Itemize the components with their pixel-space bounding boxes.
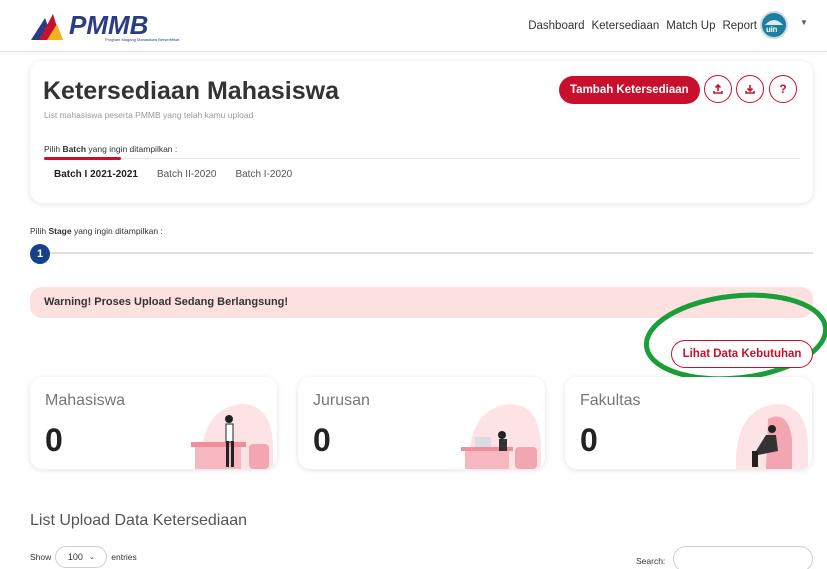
active-tab-indicator xyxy=(44,157,121,160)
batch-tabs: Batch I 2021-2021 Batch II-2020 Batch I-… xyxy=(54,169,292,180)
view-needs-data-button[interactable]: Lihat Data Kebutuhan xyxy=(671,340,813,368)
stat-value: 0 xyxy=(580,422,598,458)
tab-batch-ii-2020[interactable]: Batch II-2020 xyxy=(157,169,216,180)
stat-card-mahasiswa: Mahasiswa 0 xyxy=(30,377,277,469)
help-icon: ? xyxy=(779,82,787,96)
show-label: Show xyxy=(30,552,52,562)
stat-value: 0 xyxy=(45,422,63,458)
search-input[interactable] xyxy=(673,546,813,569)
entries-value: 100 xyxy=(67,552,83,562)
chevron-down-icon: ⌄ xyxy=(88,554,95,561)
upload-button[interactable] xyxy=(704,75,732,103)
search-label: Search: xyxy=(636,556,666,566)
nav-report[interactable]: Report xyxy=(722,20,757,32)
tab-batch-i-2020[interactable]: Batch I-2020 xyxy=(235,169,292,180)
entries-label: entries xyxy=(111,552,137,562)
person-desk-illustration xyxy=(461,404,541,469)
download-button[interactable] xyxy=(736,75,764,103)
stage-prompt: Pilih Stage yang ingin ditampilkan : xyxy=(30,226,163,236)
page-subtitle: List mahasiswa peserta PMMB yang telah k… xyxy=(44,110,254,120)
batch-prompt: Pilih Batch yang ingin ditampilkan : xyxy=(44,144,178,154)
chevron-down-icon[interactable]: ▼ xyxy=(800,18,808,27)
logo-caption: Program Magang Mahasiswa Bersertifikat xyxy=(105,37,180,42)
tab-batch-i-2021[interactable]: Batch I 2021-2021 xyxy=(54,169,138,180)
user-avatar[interactable]: uin xyxy=(760,11,788,39)
nav-ketersediaan[interactable]: Ketersediaan xyxy=(591,20,659,32)
batch-tab-divider xyxy=(44,158,800,159)
nav-links: Dashboard Ketersediaan Match Up Report xyxy=(528,20,757,32)
stat-value: 0 xyxy=(313,422,331,458)
stage-track xyxy=(30,252,813,254)
upload-icon xyxy=(713,83,723,94)
nav-dashboard[interactable]: Dashboard xyxy=(528,20,584,32)
stat-label: Jurusan xyxy=(313,392,370,409)
stat-label: Fakultas xyxy=(580,392,641,409)
add-availability-button[interactable]: Tambah Ketersediaan xyxy=(559,76,700,104)
entries-control: Show 100 ⌄ entries xyxy=(30,546,137,568)
person-standing-illustration xyxy=(191,404,273,469)
pmmb-logo[interactable]: PMMB Program Magang Mahasiswa Bersertifi… xyxy=(31,10,179,44)
stat-label: Mahasiswa xyxy=(45,392,126,409)
nav-match-up[interactable]: Match Up xyxy=(666,20,715,32)
person-sitting-illustration xyxy=(735,404,808,469)
svg-text:PMMB: PMMB xyxy=(69,10,148,40)
stat-card-jurusan: Jurusan 0 xyxy=(298,377,545,469)
page-header-card: Ketersediaan Mahasiswa List mahasiswa pe… xyxy=(30,61,813,203)
download-icon xyxy=(745,85,755,94)
stat-card-fakultas: Fakultas 0 xyxy=(565,377,812,469)
help-button[interactable]: ? xyxy=(769,75,797,103)
top-navbar: PMMB Program Magang Mahasiswa Bersertifi… xyxy=(0,0,827,52)
entries-select[interactable]: 100 ⌄ xyxy=(55,546,108,568)
list-section-title: List Upload Data Ketersediaan xyxy=(30,512,248,529)
avatar-label: uin xyxy=(766,25,778,34)
stage-step-1[interactable]: 1 xyxy=(30,244,50,264)
page-title: Ketersediaan Mahasiswa xyxy=(43,77,339,105)
upload-warning-alert: Warning! Proses Upload Sedang Berlangsun… xyxy=(30,287,813,318)
